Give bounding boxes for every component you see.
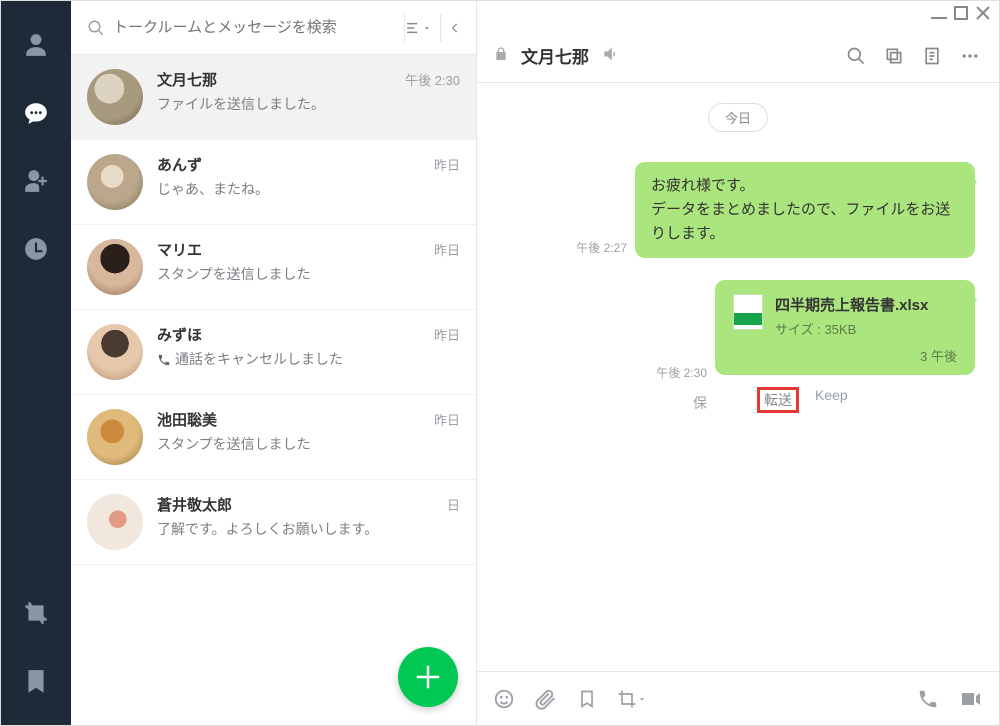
action-forward[interactable]: 転送 (757, 387, 799, 413)
notes-icon[interactable] (919, 43, 945, 69)
room-item[interactable]: マリエ 昨日 スタンプを送信しました (71, 225, 476, 310)
avatar (87, 154, 143, 210)
close-icon[interactable] (975, 5, 991, 21)
call-icon[interactable] (917, 688, 939, 710)
minimize-icon[interactable] (931, 5, 947, 21)
room-name: マリエ (157, 239, 202, 260)
attach-icon[interactable] (535, 688, 557, 710)
bookmark-icon[interactable] (22, 667, 50, 695)
search-input-wrap[interactable] (87, 19, 396, 37)
file-actions-row: 転送 Keep (757, 387, 848, 413)
room-time: 昨日 (434, 325, 460, 344)
room-time: 昨日 (434, 240, 460, 259)
message-row: 午後 2:30 保 XLS 四半期売上報告書.xlsx サイズ : 35KB (501, 280, 975, 413)
crop-icon[interactable] (22, 599, 50, 627)
chat-list-panel: 文月七那午後 2:30 ファイルを送信しました。 あんず昨日 じゃあ、またね。 … (71, 1, 477, 725)
window-controls (923, 1, 999, 29)
conversation-title: 文月七那 (521, 43, 589, 68)
room-item[interactable]: 文月七那 午後 2:30 ファイルを送信しました。 (71, 55, 476, 140)
messages-area: 今日 午後 2:27 お疲れ様です。 データをまとめましたので、ファイルをお送り… (477, 83, 999, 671)
conversation-header: 文月七那 (477, 29, 999, 83)
room-item[interactable]: みずほ 昨日 通話をキャンセルしました (71, 310, 476, 395)
message-time: 午後 2:30 (656, 364, 707, 381)
room-preview: 通話をキャンセルしました (157, 349, 460, 369)
avatar (87, 494, 143, 550)
person-icon[interactable] (22, 31, 50, 59)
capture-icon[interactable] (617, 689, 647, 709)
speaker-icon[interactable] (601, 44, 621, 67)
sort-button[interactable] (404, 14, 432, 42)
search-in-chat-icon[interactable] (843, 43, 869, 69)
file-expire: 3 午後 (733, 346, 957, 365)
file-name: 四半期売上報告書.xlsx (775, 294, 928, 315)
date-divider: 今日 (708, 103, 768, 132)
new-chat-fab[interactable] (398, 647, 458, 707)
room-time: 昨日 (434, 155, 460, 174)
add-friend-icon[interactable] (22, 167, 50, 195)
room-time: 午後 2:30 (405, 70, 460, 89)
message-time: 午後 2:27 (576, 239, 627, 256)
collapse-button[interactable] (440, 14, 468, 42)
video-call-icon[interactable] (959, 687, 983, 711)
message-row: 午後 2:27 お疲れ様です。 データをまとめましたので、ファイルをお送りします… (501, 162, 975, 258)
search-row (71, 1, 476, 55)
xls-file-icon: XLS (733, 294, 763, 330)
room-item[interactable]: 池田聡美 昨日 スタンプを送信しました (71, 395, 476, 480)
action-keep[interactable]: Keep (815, 387, 848, 413)
room-name: 池田聡美 (157, 409, 217, 430)
bookmark-composer-icon[interactable] (577, 689, 597, 709)
room-preview: ファイルを送信しました。 (157, 94, 460, 114)
phone-icon (157, 353, 171, 367)
room-preview: スタンプを送信しました (157, 264, 460, 284)
room-preview: 了解です。よろしくお願いします。 (157, 519, 460, 539)
lock-icon (493, 46, 509, 65)
search-icon (87, 19, 105, 37)
copy-icon[interactable] (881, 43, 907, 69)
avatar (87, 324, 143, 380)
chat-icon[interactable] (22, 99, 50, 127)
room-name: あんず (157, 154, 202, 175)
room-name: 蒼井敬太郎 (157, 494, 232, 515)
room-item[interactable]: あんず 昨日 じゃあ、またね。 (71, 140, 476, 225)
room-time: 昨日 (434, 410, 460, 429)
nav-sidebar (1, 1, 71, 725)
room-name: 文月七那 (157, 69, 217, 90)
maximize-icon[interactable] (953, 5, 969, 21)
action-save[interactable]: 保 (693, 393, 707, 413)
file-actions: 保 (693, 393, 707, 413)
avatar (87, 409, 143, 465)
avatar (87, 69, 143, 125)
room-item[interactable]: 蒼井敬太郎 日 了解です。よろしくお願いします。 (71, 480, 476, 565)
clock-icon[interactable] (22, 235, 50, 263)
message-bubble[interactable]: お疲れ様です。 データをまとめましたので、ファイルをお送りします。 (635, 162, 975, 258)
room-time: 日 (447, 495, 460, 514)
search-input[interactable] (113, 19, 396, 36)
file-size: サイズ : 35KB (775, 319, 928, 338)
more-icon[interactable] (957, 43, 983, 69)
room-preview: スタンプを送信しました (157, 434, 460, 454)
room-list: 文月七那午後 2:30 ファイルを送信しました。 あんず昨日 じゃあ、またね。 … (71, 55, 476, 725)
file-bubble[interactable]: XLS 四半期売上報告書.xlsx サイズ : 35KB 3 午後 (715, 280, 975, 375)
avatar (87, 239, 143, 295)
composer (477, 671, 999, 725)
room-preview: じゃあ、またね。 (157, 179, 460, 199)
emoji-icon[interactable] (493, 688, 515, 710)
room-name: みずほ (157, 324, 202, 345)
conversation-panel: 文月七那 今日 午後 2:27 お疲れ様です。 データをまとめましたので、ファイ… (477, 1, 999, 725)
